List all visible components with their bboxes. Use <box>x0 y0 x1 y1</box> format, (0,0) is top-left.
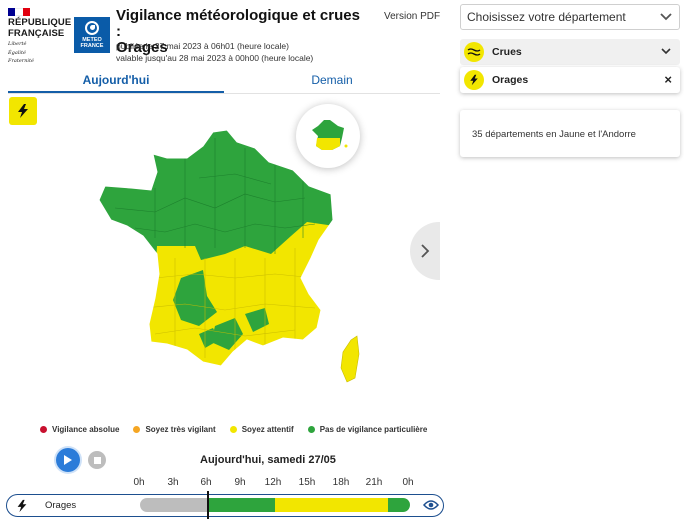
timeline-bar[interactable] <box>140 498 410 512</box>
timeline-segment-green <box>387 498 410 512</box>
vigilance-legend: Vigilance absolue Soyez très vigilant So… <box>40 425 427 434</box>
hour-tick: 21h <box>365 477 383 488</box>
legend-dot-red <box>40 426 47 433</box>
hour-tick: 6h <box>200 477 212 488</box>
motto-fraternite: Fraternité <box>8 58 34 64</box>
play-button[interactable] <box>56 448 80 472</box>
play-icon <box>64 455 72 465</box>
version-pdf-link[interactable]: Version PDF <box>384 11 440 22</box>
phenomenon-crues-label: Crues <box>492 46 522 58</box>
hour-tick: 18h <box>332 477 350 488</box>
chevron-right-icon <box>421 244 430 258</box>
legend-item-green: Pas de vigilance particulière <box>307 425 428 434</box>
stop-icon <box>93 456 101 464</box>
page-title-line-1: Vigilance météorologique et crues : <box>116 7 360 40</box>
vigilance-summary: 35 départements en Jaune et l'Andorre <box>460 110 680 157</box>
vigilance-summary-text: 35 départements en Jaune et l'Andorre <box>472 129 636 140</box>
meteo-france-logo[interactable]: METEO FRANCE <box>74 17 110 53</box>
eye-icon[interactable] <box>423 499 439 511</box>
phenomenon-crues[interactable]: Crues <box>460 39 680 65</box>
timeline-cursor[interactable] <box>206 491 209 519</box>
timeline-track[interactable]: Orages <box>6 491 444 519</box>
legend-item-yellow: Soyez attentif <box>229 425 294 434</box>
waves-icon <box>464 42 484 62</box>
tab-today[interactable]: Aujourd'hui <box>8 72 224 93</box>
legend-item-red: Vigilance absolue <box>40 425 119 434</box>
close-icon[interactable]: × <box>664 72 672 87</box>
meteo-france-line-2: FRANCE <box>80 43 104 49</box>
overseas-inset-map[interactable] <box>296 104 360 168</box>
legend-dot-green <box>307 426 315 433</box>
hour-tick: 3h <box>167 477 179 488</box>
timeline-segment-yellow <box>275 498 388 512</box>
timeline-phenomenon-label: Orages <box>45 500 77 511</box>
phenomenon-orages[interactable]: Orages × <box>460 67 680 93</box>
hour-tick: 12h <box>264 477 282 488</box>
hour-tick: 9h <box>234 477 246 488</box>
legend-item-orange: Soyez très vigilant <box>133 425 216 434</box>
timeline-segment-green <box>207 498 275 512</box>
department-select[interactable]: Choisissez votre département <box>460 4 680 30</box>
valid-until-date: valable jusqu'au 28 mai 2023 à 00h00 (he… <box>116 53 314 63</box>
legend-label-orange: Soyez très vigilant <box>145 425 216 434</box>
bulletin-meta: publiée le 27 mai 2023 à 06h01 (heure lo… <box>116 40 313 64</box>
legend-dot-orange <box>133 426 141 433</box>
motto-egalite: Égalité <box>8 49 26 56</box>
lightning-icon <box>9 97 37 125</box>
current-day-label: Aujourd'hui, samedi 27/05 <box>200 454 336 466</box>
republique-line-1: RÉPUBLIQUE <box>8 17 72 28</box>
legend-label-red: Vigilance absolue <box>52 425 120 434</box>
legend-label-green: Pas de vigilance particulière <box>319 425 428 434</box>
motto-liberte: Liberté <box>8 41 27 47</box>
vigilance-map-france[interactable] <box>95 128 367 398</box>
timeline-segment-past <box>140 498 208 512</box>
hour-tick: 15h <box>298 477 316 488</box>
chevron-down-icon <box>661 48 671 55</box>
next-map-button[interactable] <box>410 222 440 280</box>
lightning-icon <box>17 499 27 513</box>
hour-tick: 0h <box>402 477 414 488</box>
phenomenon-orages-label: Orages <box>492 74 529 86</box>
meteo-france-emblem-icon <box>85 21 99 35</box>
french-flag-icon <box>8 8 30 16</box>
republique-francaise-logo: RÉPUBLIQUE FRANÇAISE Liberté Égalité Fra… <box>8 8 72 65</box>
stop-button[interactable] <box>88 451 106 469</box>
legend-dot-yellow <box>229 426 237 433</box>
hour-scale: 0h 3h 6h 9h 12h 15h 18h 21h 0h <box>0 477 440 491</box>
hour-tick: 0h <box>133 477 145 488</box>
department-select-placeholder: Choisissez votre département <box>467 10 626 24</box>
day-tabs: Aujourd'hui Demain <box>8 72 440 94</box>
republique-line-2: FRANÇAISE <box>8 27 65 39</box>
legend-label-yellow: Soyez attentif <box>241 425 294 434</box>
published-date: publiée le 27 mai 2023 à 06h01 (heure lo… <box>116 41 289 51</box>
lightning-icon <box>464 70 484 90</box>
tab-tomorrow[interactable]: Demain <box>224 72 440 93</box>
chevron-down-icon <box>660 13 672 21</box>
